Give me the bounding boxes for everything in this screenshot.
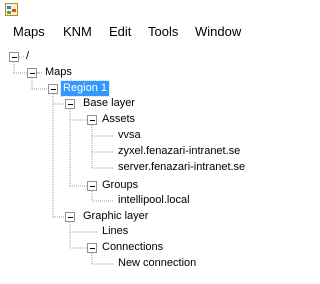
tree-node-root[interactable]: / (24, 49, 31, 64)
menu-tools[interactable]: Tools (148, 24, 178, 40)
tree-node-lines[interactable]: Lines (100, 224, 130, 239)
tree-node-connection[interactable]: New connection (116, 256, 198, 271)
collapse-maps-icon[interactable] (27, 68, 37, 78)
tree-node-group[interactable]: intellipool.local (116, 193, 192, 208)
menu-bar: Maps KNM Edit Tools Window (0, 20, 264, 43)
collapse-root-icon[interactable] (9, 52, 19, 62)
tree-node-asset[interactable]: server.fenazari-intranet.se (116, 160, 247, 175)
collapse-connections-icon[interactable] (87, 243, 97, 253)
tree-node-connections[interactable]: Connections (100, 240, 165, 255)
app-icon (5, 3, 18, 16)
menu-window[interactable]: Window (195, 24, 241, 40)
title-bar (0, 0, 264, 20)
menu-edit[interactable]: Edit (109, 24, 131, 40)
tree-node-groups[interactable]: Groups (100, 178, 140, 193)
tree-node-graphic-layer[interactable]: Graphic layer (81, 209, 150, 224)
tree-node-asset[interactable]: zyxel.fenazari-intranet.se (116, 144, 242, 159)
collapse-region-icon[interactable] (48, 84, 58, 94)
tree-node-assets[interactable]: Assets (100, 112, 137, 127)
collapse-groups-icon[interactable] (87, 181, 97, 191)
tree-node-maps[interactable]: Maps (43, 65, 74, 80)
map-tree[interactable]: / Maps Region 1 Base layer Assets vvsa z… (0, 42, 264, 284)
collapse-graphic-layer-icon[interactable] (65, 212, 75, 222)
collapse-base-layer-icon[interactable] (65, 99, 75, 109)
tree-node-region[interactable]: Region 1 (59, 80, 111, 97)
tree-node-base-layer[interactable]: Base layer (81, 96, 137, 111)
menu-maps[interactable]: Maps (13, 24, 45, 40)
tree-node-asset[interactable]: vvsa (116, 128, 143, 143)
menu-knm[interactable]: KNM (63, 24, 92, 40)
collapse-assets-icon[interactable] (87, 115, 97, 125)
